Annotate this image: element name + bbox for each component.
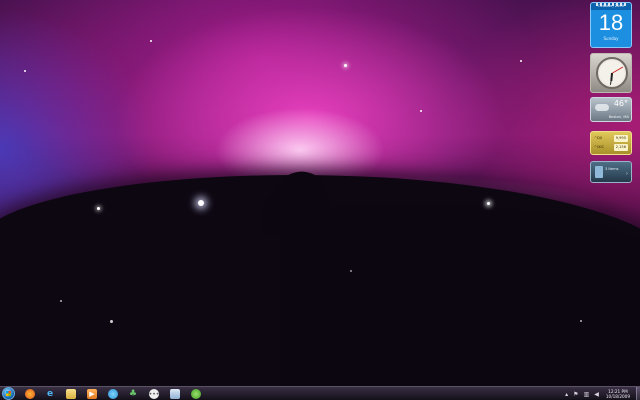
contacts-icon[interactable]: ♣ xyxy=(128,389,138,399)
star xyxy=(344,64,347,67)
media-player-icon[interactable]: ▶ xyxy=(87,389,97,399)
star xyxy=(487,202,490,205)
network-icon[interactable]: ▥ xyxy=(584,391,590,398)
calendar-day: 18 xyxy=(598,10,624,35)
calendar-binding-rings xyxy=(596,3,628,6)
tray-clock[interactable]: 12:21 PM 10/18/2009 xyxy=(606,389,630,399)
cloud-icon xyxy=(595,104,609,111)
messenger-icon[interactable] xyxy=(108,389,118,399)
bright-star xyxy=(198,200,204,206)
star xyxy=(420,110,422,112)
clock-face xyxy=(596,57,628,89)
stock-value: 9,995 xyxy=(613,135,628,142)
feed-count: 3 Items xyxy=(605,167,619,171)
show-desktop-button[interactable] xyxy=(636,387,640,400)
calendar-weekday: Sunday xyxy=(603,36,619,41)
star xyxy=(350,270,352,272)
clock-gadget[interactable] xyxy=(590,53,632,93)
star xyxy=(150,40,152,42)
window-icon[interactable] xyxy=(170,389,180,399)
calendar-gadget[interactable]: October, 2009 18 Sunday xyxy=(590,2,632,48)
firefox-icon[interactable] xyxy=(25,389,35,399)
internet-explorer-icon[interactable]: e xyxy=(45,389,55,399)
weather-gadget[interactable]: 46° Boston, MA xyxy=(590,97,632,122)
stock-symbol: ^DJI xyxy=(594,136,602,140)
second-hand xyxy=(611,66,623,74)
weather-temperature: 46° xyxy=(613,99,628,108)
star xyxy=(110,320,113,323)
star xyxy=(24,70,26,72)
desktop[interactable] xyxy=(0,0,640,386)
star xyxy=(97,207,100,210)
star xyxy=(580,320,582,322)
chat-icon[interactable]: ••• xyxy=(149,389,159,399)
sync-icon[interactable] xyxy=(191,389,201,399)
stock-row[interactable]: ^DJI 9,995 xyxy=(594,135,628,142)
start-button[interactable] xyxy=(2,387,15,400)
windows-logo-icon xyxy=(6,391,11,396)
tray-date: 10/18/2009 xyxy=(605,394,630,399)
next-arrow-icon[interactable]: › xyxy=(626,171,628,177)
stock-value: 2,156 xyxy=(613,144,628,151)
volume-icon[interactable]: ◀ xyxy=(594,391,599,398)
dark-dust-cloud-right xyxy=(280,205,640,386)
taskbar: e ▶ ♣ ••• ▴ ⚑ ▥ ◀ 12:21 PM 10/18/2009 xyxy=(0,386,640,400)
weather-city: Boston, MA xyxy=(608,115,629,119)
flag-icon[interactable]: ⚑ xyxy=(573,391,578,398)
system-tray: ▴ ⚑ ▥ ◀ 12:21 PM 10/18/2009 xyxy=(565,387,636,400)
star xyxy=(60,300,62,302)
star xyxy=(520,60,522,62)
feed-icon xyxy=(595,166,603,178)
stocks-gadget[interactable]: ^DJI 9,995 ^IXIC 2,156 xyxy=(590,131,632,155)
stock-row[interactable]: ^IXIC 2,156 xyxy=(594,144,628,151)
feed-headlines-gadget[interactable]: 3 Items › xyxy=(590,161,632,183)
show-hidden-icons-button[interactable]: ▴ xyxy=(565,391,568,398)
folder-icon[interactable] xyxy=(66,389,76,399)
stock-symbol: ^IXIC xyxy=(594,145,605,149)
